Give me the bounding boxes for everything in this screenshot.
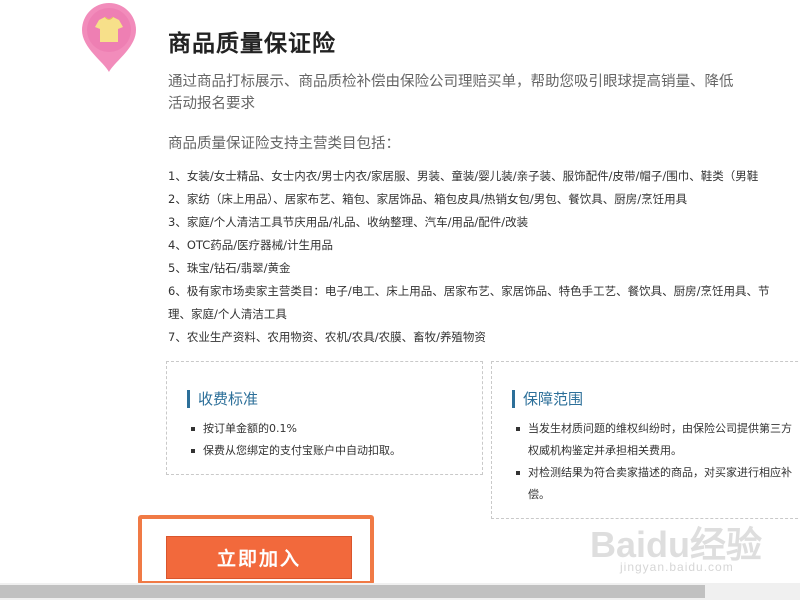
intro-text: 通过商品打标展示、商品质检补偿由保险公司理赔买单，帮助您吸引眼球提高销量、降低 … [168, 71, 800, 115]
horizontal-scrollbar[interactable] [0, 583, 800, 600]
coverage-scope-box: 保障范围 当发生材质问题的维权纠纷时，由保险公司提供第三方权威机构鉴定并承担相关… [491, 361, 800, 519]
coverage-scope-title: 保障范围 [512, 390, 583, 408]
page-title: 商品质量保证险 [168, 31, 336, 57]
list-item: 保费从您绑定的支付宝账户中自动扣取。 [189, 440, 401, 462]
fee-standard-list: 按订单金额的0.1% 保费从您绑定的支付宝账户中自动扣取。 [189, 418, 401, 462]
intro-line: 活动报名要求 [168, 96, 255, 112]
intro-line: 通过商品打标展示、商品质检补偿由保险公司理赔买单，帮助您吸引眼球提高销量、降低 [168, 74, 734, 90]
list-item: 5、珠宝/钻石/翡翠/黄金 [168, 261, 291, 275]
list-item: 4、OTC药品/医疗器械/计生用品 [168, 238, 333, 252]
list-item: 当发生材质问题的维权纠纷时，由保险公司提供第三方权威机构鉴定并承担相关费用。 [514, 418, 794, 462]
baidu-jingyan-watermark: Baidu经验 jingyan.baidu.com [590, 508, 790, 588]
watermark-url: jingyan.baidu.com [620, 560, 734, 574]
list-item: 7、农业生产资料、农用物资、农机/农具/农膜、畜牧/养殖物资 [168, 330, 486, 344]
categories-heading: 商品质量保证险支持主营类目包括： [168, 136, 400, 152]
list-item: 对检测结果为符合卖家描述的商品，对买家进行相应补偿。 [514, 462, 794, 506]
list-item: 1、女装/女士精品、女士内衣/男士内衣/家居服、男装、童装/婴儿装/亲子装、服饰… [168, 169, 759, 183]
coverage-scope-list: 当发生材质问题的维权纠纷时，由保险公司提供第三方权威机构鉴定并承担相关费用。 对… [514, 418, 794, 506]
fee-standard-title: 收费标准 [187, 390, 258, 408]
list-item: 6、极有家市场卖家主营类目：电子/电工、床上用品、居家布艺、家居饰品、特色手工艺… [168, 284, 770, 298]
scrollbar-thumb[interactable] [0, 585, 705, 598]
list-item: 3、家庭/个人清洁工具节庆用品/礼品、收纳整理、汽车/用品/配件/改装 [168, 215, 529, 229]
fee-standard-box: 收费标准 按订单金额的0.1% 保费从您绑定的支付宝账户中自动扣取。 [166, 361, 483, 475]
category-list: 1、女装/女士精品、女士内衣/男士内衣/家居服、男装、童装/婴儿装/亲子装、服饰… [168, 165, 800, 349]
join-now-button[interactable]: 立即加入 [166, 536, 352, 579]
tshirt-pin-icon [82, 3, 136, 72]
list-item: 按订单金额的0.1% [189, 418, 401, 440]
page: 商品质量保证险 通过商品打标展示、商品质检补偿由保险公司理赔买单，帮助您吸引眼球… [0, 0, 800, 600]
list-item: 理、家庭/个人清洁工具 [168, 307, 287, 321]
watermark-logo: Baidu经验 [590, 524, 763, 565]
list-item: 2、家纺（床上用品）、居家布艺、箱包、家居饰品、箱包皮具/热销女包/男包、餐饮具… [168, 192, 688, 206]
